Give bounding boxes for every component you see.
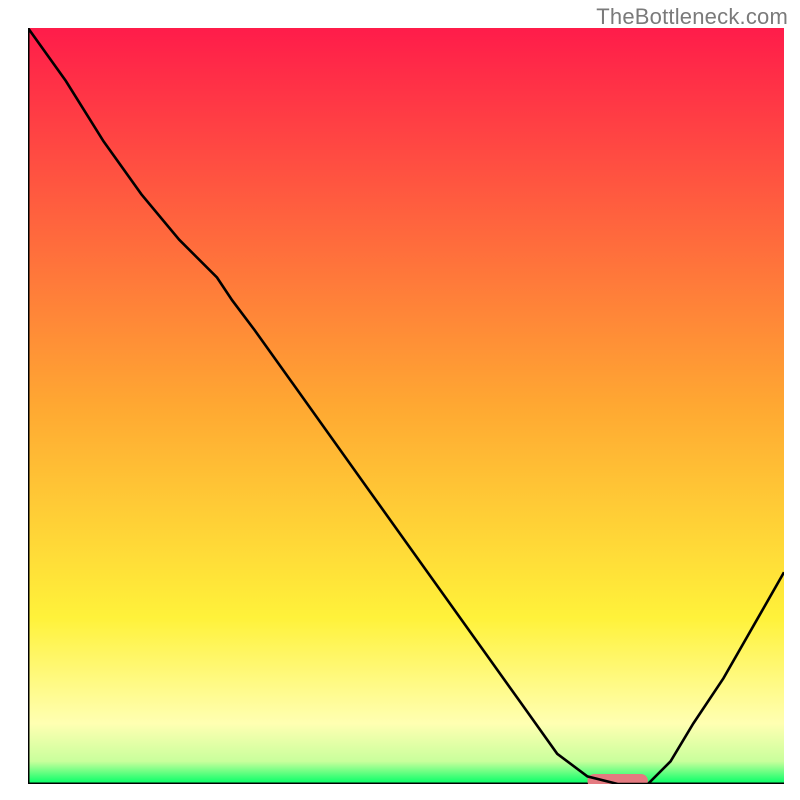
chart-svg [28,28,784,784]
bottleneck-chart [28,28,784,784]
gradient-background [28,28,784,784]
watermark-text: TheBottleneck.com [596,4,788,30]
